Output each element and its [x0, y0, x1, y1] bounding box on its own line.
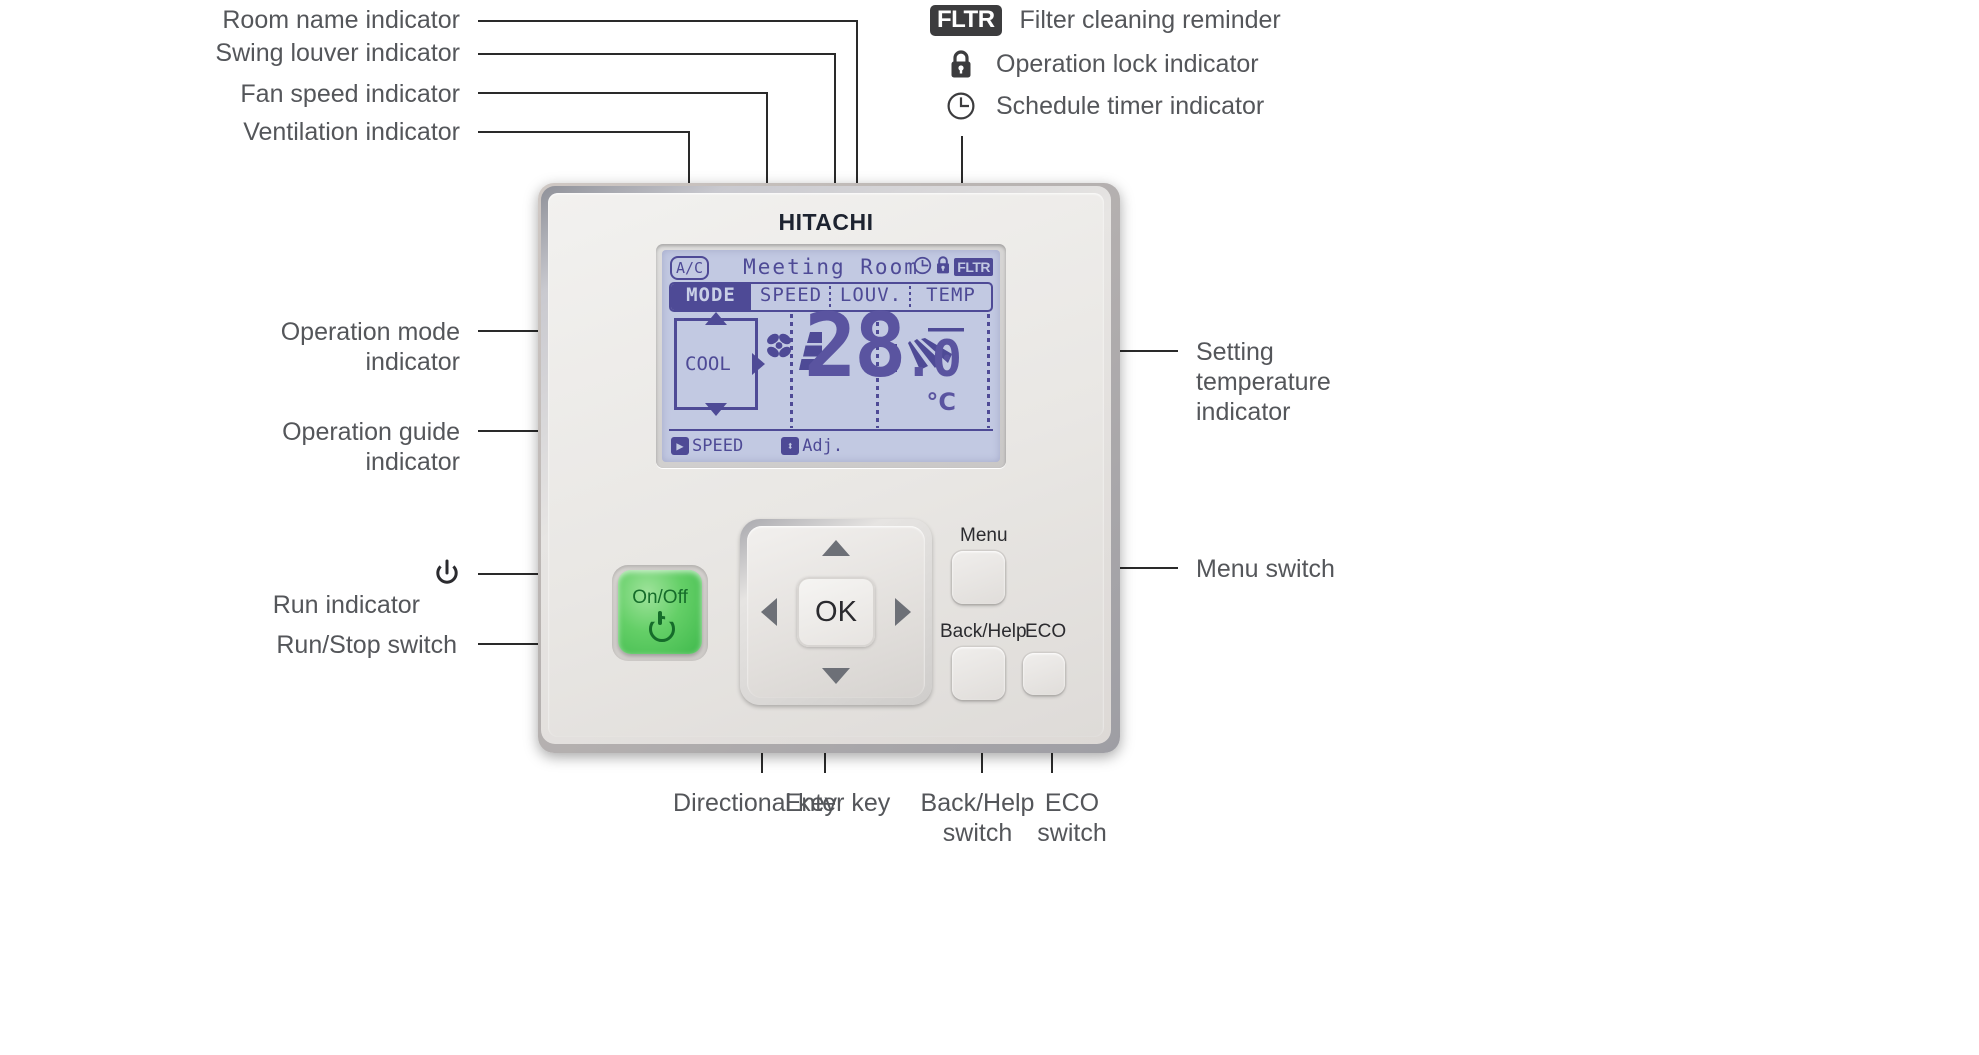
arrow-left-icon[interactable] [761, 598, 777, 626]
leader-room-name-h [478, 20, 858, 22]
temperature-integer: 28 [803, 294, 907, 397]
lcd-divider-3 [987, 314, 990, 428]
filter-reminder-icon: FLTR [954, 258, 993, 276]
annotation-operation-mode: Operation mode indicator [280, 318, 460, 376]
run-indicator-power-icon [647, 611, 673, 637]
lcd-body: COOL 28.0 °C [662, 302, 1000, 430]
directional-key-well: OK [740, 519, 932, 705]
arrow-right-icon[interactable] [895, 598, 911, 626]
run-stop-switch-well: On/Off [612, 565, 708, 661]
legend-row-lock: Operation lock indicator [944, 48, 1259, 80]
guide-item-adj[interactable]: ⬍ Adj. [781, 436, 843, 456]
arrow-up-icon[interactable] [822, 540, 850, 556]
legend-row-timer: Schedule timer indicator [944, 91, 1264, 121]
temperature-decimal: .0 [903, 330, 962, 388]
remote-controller: HITACHI A/C Meeting Room FLTR MODE SPEED… [538, 183, 1120, 753]
operation-mode-label: COOL [685, 353, 731, 375]
leader-swing-louver-h [478, 53, 836, 55]
annotation-swing-louver: Swing louver indicator [215, 39, 460, 67]
lcd-screen: A/C Meeting Room FLTR MODE SPEED LOUV. T… [662, 250, 1000, 462]
operation-mode-indicator[interactable]: COOL [674, 312, 765, 416]
eco-switch[interactable] [1023, 653, 1065, 695]
guide-label-adj: Adj. [802, 436, 844, 456]
menu-switch[interactable] [952, 551, 1005, 604]
annotation-ventilation: Ventilation indicator [243, 118, 460, 146]
controller-face: HITACHI A/C Meeting Room FLTR MODE SPEED… [548, 193, 1104, 737]
legend-label-lock: Operation lock indicator [996, 49, 1259, 78]
temperature-unit: °C [926, 388, 956, 416]
annotation-eco-switch: ECO switch [1037, 789, 1107, 847]
annotation-room-name: Room name indicator [222, 6, 460, 34]
back-help-button-label: Back/Help [940, 621, 1027, 642]
leader-fan-speed-h [478, 92, 768, 94]
power-icon [432, 558, 462, 593]
annotation-operation-guide: Operation guide indicator [282, 418, 460, 476]
mode-down-arrow-icon [705, 403, 727, 416]
lcd-frame: A/C Meeting Room FLTR MODE SPEED LOUV. T… [656, 244, 1006, 468]
run-stop-switch[interactable]: On/Off [618, 570, 702, 654]
onoff-label: On/Off [632, 587, 688, 608]
tab-mode[interactable]: MODE [671, 284, 751, 310]
fltr-badge-icon: FLTR [930, 5, 1002, 36]
arrow-down-icon[interactable] [822, 668, 850, 684]
leader-ventilation-h [478, 131, 690, 133]
guide-item-speed[interactable]: ▶ SPEED [671, 436, 743, 456]
guide-key-right-icon: ▶ [671, 437, 689, 455]
guide-key-updown-icon: ⬍ [781, 437, 800, 455]
lcd-status-bar: A/C Meeting Room FLTR [662, 255, 1000, 280]
legend-label-timer: Schedule timer indicator [996, 91, 1265, 120]
lcd-status-icons: FLTR [913, 255, 993, 279]
annotation-run-indicator: Run indicator [170, 560, 420, 620]
enter-key[interactable]: OK [797, 577, 875, 647]
annotation-fan-speed: Fan speed indicator [240, 80, 460, 108]
mode-up-arrow-icon [705, 312, 727, 325]
schedule-timer-icon [913, 256, 932, 279]
clock-icon [944, 91, 978, 121]
guide-label-speed: SPEED [692, 436, 744, 456]
lock-icon [944, 48, 978, 80]
eco-button-label: ECO [1025, 621, 1067, 642]
run-indicator-label: Run indicator [272, 591, 420, 619]
directional-key[interactable]: OK [747, 526, 925, 698]
ok-label: OK [815, 595, 857, 628]
annotation-setting-temperature: Setting temperature indicator [1196, 338, 1331, 426]
brand-logo: HITACHI [778, 209, 874, 235]
annotation-enter-key: Enter key [784, 789, 891, 817]
back-help-switch[interactable] [952, 647, 1005, 700]
menu-button-label: Menu [960, 525, 1008, 546]
legend-label-filter: Filter cleaning reminder [1019, 6, 1281, 34]
legend-row-filter: FLTR Filter cleaning reminder [930, 5, 1281, 36]
operation-guide-indicator: ▶ SPEED ⬍ Adj. [669, 429, 993, 459]
annotation-run-stop-switch: Run/Stop switch [276, 631, 457, 659]
annotation-menu-switch: Menu switch [1196, 555, 1335, 583]
operation-lock-icon [935, 255, 951, 279]
